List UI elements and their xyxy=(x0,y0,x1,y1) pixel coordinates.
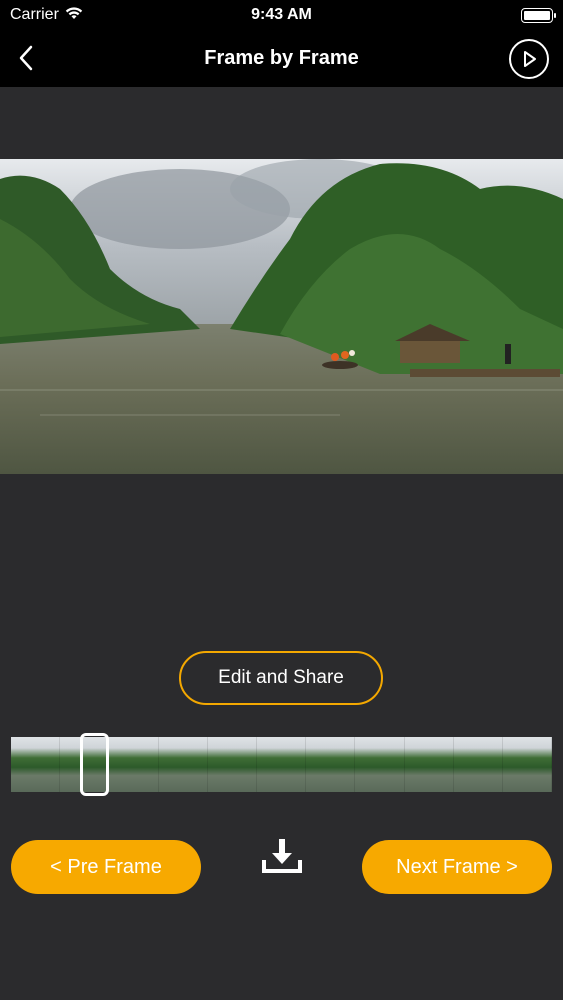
frame-preview xyxy=(0,159,563,474)
timeline-thumbnail xyxy=(355,737,405,792)
timeline-thumbnail xyxy=(11,737,61,792)
timeline-thumbnail xyxy=(207,737,257,792)
nav-bar: Frame by Frame xyxy=(0,30,563,87)
timeline-scrubber-handle[interactable] xyxy=(80,733,109,796)
timeline-thumbnail xyxy=(404,737,454,792)
timeline-thumbnail xyxy=(109,737,159,792)
next-frame-button[interactable]: Next Frame > xyxy=(362,840,552,894)
timeline-thumbnail xyxy=(502,737,552,792)
chevron-left-icon xyxy=(19,45,33,71)
timeline-thumbnail xyxy=(306,737,356,792)
back-button[interactable] xyxy=(14,44,38,72)
status-time: 9:43 AM xyxy=(251,6,312,23)
timeline-thumbnail xyxy=(158,737,208,792)
frame-image xyxy=(0,159,563,474)
download-icon xyxy=(262,839,302,873)
timeline-thumbnail xyxy=(256,737,307,792)
page-title: Frame by Frame xyxy=(204,47,359,69)
play-circle-icon xyxy=(524,51,536,67)
status-bar: Carrier 9:43 AM xyxy=(0,0,563,30)
play-button[interactable] xyxy=(509,39,549,79)
download-button[interactable] xyxy=(260,836,304,878)
edit-and-share-button[interactable]: Edit and Share xyxy=(179,651,383,705)
pre-frame-button[interactable]: < Pre Frame xyxy=(11,840,201,894)
timeline-thumbnail xyxy=(453,737,503,792)
battery-icon xyxy=(521,7,556,23)
